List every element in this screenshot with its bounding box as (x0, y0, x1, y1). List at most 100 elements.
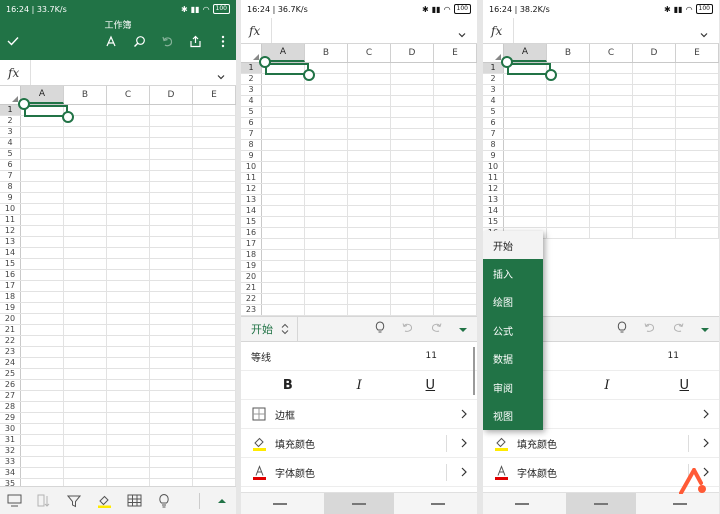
cell[interactable] (676, 151, 719, 161)
cell[interactable] (193, 248, 236, 258)
font-row[interactable]: 等线 11 (241, 342, 477, 371)
cell[interactable] (547, 184, 590, 194)
cell[interactable] (348, 63, 391, 73)
cell[interactable] (633, 85, 676, 95)
cell[interactable] (107, 215, 150, 225)
column-header-c[interactable]: C (107, 86, 150, 104)
cell[interactable] (150, 171, 193, 181)
cell[interactable] (262, 294, 305, 304)
cell[interactable] (107, 270, 150, 280)
cell[interactable] (107, 391, 150, 401)
cell[interactable] (21, 237, 64, 247)
cell[interactable] (262, 173, 305, 183)
cell[interactable] (107, 446, 150, 456)
cell[interactable] (193, 270, 236, 280)
cell[interactable] (21, 413, 64, 423)
cell[interactable] (21, 182, 64, 192)
column-header-d[interactable]: D (150, 86, 193, 104)
row-header[interactable]: 26 (0, 380, 21, 390)
cell[interactable] (21, 457, 64, 467)
row-header[interactable]: 2 (0, 116, 21, 126)
cell[interactable] (305, 239, 348, 249)
cell[interactable] (64, 171, 107, 181)
selection-handle-start[interactable] (259, 56, 271, 68)
cell[interactable] (547, 96, 590, 106)
cell[interactable] (150, 226, 193, 236)
cell[interactable] (21, 281, 64, 291)
cell[interactable] (676, 85, 719, 95)
cell[interactable] (434, 250, 477, 260)
cell[interactable] (434, 74, 477, 84)
cell[interactable] (64, 468, 107, 478)
cell[interactable] (193, 369, 236, 379)
more-vertical-icon[interactable] (216, 34, 230, 48)
cell[interactable] (504, 195, 547, 205)
cell[interactable] (107, 281, 150, 291)
checkmark-icon[interactable] (6, 34, 20, 48)
cell[interactable] (150, 413, 193, 423)
cell[interactable] (305, 184, 348, 194)
nav-menu-button[interactable] (245, 493, 315, 514)
cell[interactable] (504, 162, 547, 172)
selection-handle-start[interactable] (501, 56, 513, 68)
cell[interactable] (305, 162, 348, 172)
row-header[interactable]: 14 (483, 206, 504, 216)
cell[interactable] (633, 74, 676, 84)
cell[interactable] (262, 217, 305, 227)
undo-icon[interactable] (401, 322, 414, 336)
fill-color-row[interactable]: 填充颜色 (241, 429, 477, 458)
row-header[interactable]: 11 (241, 173, 262, 183)
cell[interactable] (64, 248, 107, 258)
cell[interactable] (547, 151, 590, 161)
column-header-d[interactable]: D (391, 44, 434, 62)
cell[interactable] (547, 129, 590, 139)
cell[interactable] (150, 270, 193, 280)
formula-input[interactable] (30, 60, 216, 85)
cell[interactable] (193, 138, 236, 148)
cell[interactable] (150, 325, 193, 335)
cell[interactable] (21, 226, 64, 236)
row-header[interactable]: 3 (241, 85, 262, 95)
cell[interactable] (107, 336, 150, 346)
lightbulb-icon[interactable] (617, 321, 627, 337)
cell[interactable] (504, 206, 547, 216)
cell[interactable] (262, 162, 305, 172)
italic-button[interactable]: I (604, 378, 609, 393)
cell[interactable] (262, 239, 305, 249)
tab-menu-item-draw[interactable]: 绘图 (483, 288, 543, 316)
cell[interactable] (348, 217, 391, 227)
cell[interactable] (590, 74, 633, 84)
undo-icon[interactable] (643, 322, 656, 336)
cell[interactable] (150, 292, 193, 302)
cell[interactable] (107, 248, 150, 258)
row-header[interactable]: 33 (0, 457, 21, 467)
cell[interactable] (150, 314, 193, 324)
cell[interactable] (193, 358, 236, 368)
cell[interactable] (21, 248, 64, 258)
cell[interactable] (590, 118, 633, 128)
cell[interactable] (633, 228, 676, 238)
row-header[interactable]: 15 (0, 259, 21, 269)
cell[interactable] (64, 314, 107, 324)
cell[interactable] (193, 193, 236, 203)
cell[interactable] (150, 215, 193, 225)
cell[interactable] (64, 358, 107, 368)
spreadsheet-grid[interactable]: A B C D E 1 2 3 4 5 6 7 8 9 10 11 12 13 14 15 16 17 18 19 20 21 22… (0, 86, 236, 512)
row-header[interactable]: 30 (0, 424, 21, 434)
cell[interactable] (305, 261, 348, 271)
row-header[interactable]: 18 (241, 250, 262, 260)
cell[interactable] (150, 303, 193, 313)
cell[interactable] (348, 151, 391, 161)
row-header[interactable]: 12 (0, 226, 21, 236)
cell[interactable] (305, 294, 348, 304)
underline-button[interactable]: U (426, 378, 436, 393)
table-icon[interactable] (126, 493, 142, 509)
formula-input[interactable] (271, 18, 457, 43)
cell[interactable] (150, 138, 193, 148)
cell[interactable] (262, 151, 305, 161)
cell[interactable] (305, 85, 348, 95)
selection-handle-start[interactable] (18, 98, 30, 110)
cell[interactable] (107, 402, 150, 412)
cell[interactable] (150, 149, 193, 159)
row-header[interactable]: 7 (0, 171, 21, 181)
